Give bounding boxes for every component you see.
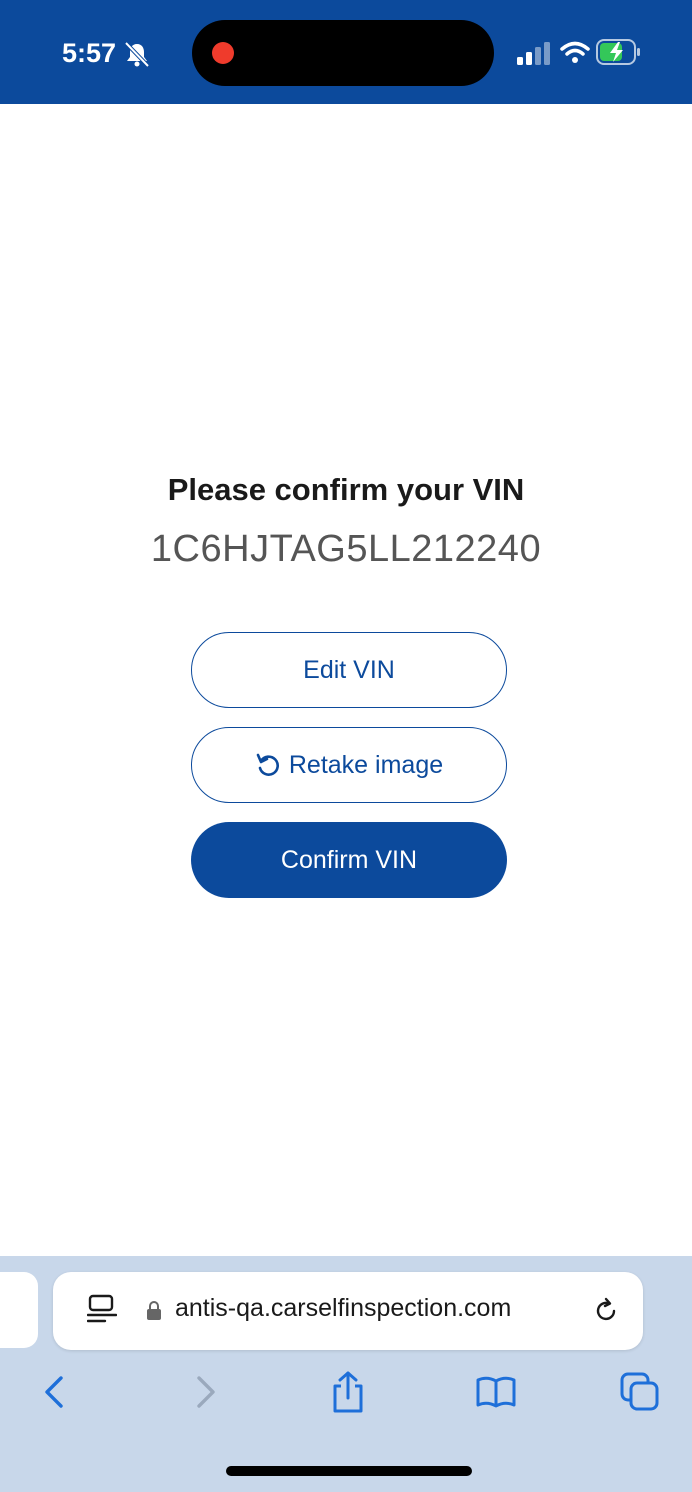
edit-vin-label: Edit VIN [303,655,395,684]
bookmarks-icon[interactable] [474,1370,518,1414]
undo-icon [256,753,279,776]
battery-charging-icon [596,39,640,65]
signal-icon [517,42,550,65]
home-indicator[interactable] [226,1466,472,1476]
address-bar[interactable]: antis-qa.carselfinspection.com [53,1272,643,1350]
edit-vin-button[interactable]: Edit VIN [191,632,507,708]
status-time: 5:57 [62,38,117,68]
retake-image-button[interactable]: Retake image [191,727,507,803]
page-title: Please confirm your VIN [167,472,525,507]
tabs-icon[interactable] [618,1370,662,1414]
recording-dot-icon [212,42,234,64]
confirm-vin-label: Confirm VIN [280,845,418,874]
dynamic-island [192,20,494,86]
share-icon[interactable] [326,1370,370,1414]
wifi-icon [560,41,590,63]
retake-image-label: Retake image [288,750,444,779]
confirm-vin-button[interactable]: Confirm VIN [191,822,507,898]
url-text: antis-qa.carselfinspection.com [175,1294,512,1322]
reload-icon[interactable] [591,1296,621,1326]
previous-tab-edge[interactable] [0,1272,38,1348]
forward-icon[interactable] [182,1370,226,1414]
reader-icon[interactable] [87,1294,117,1326]
back-icon[interactable] [34,1370,78,1414]
vin-value: 1C6HJTAG5LL212240 [150,528,542,570]
status-bar: 5:57 [0,0,692,104]
main-content: Please confirm your VIN 1C6HJTAG5LL21224… [0,104,692,1256]
bell-slash-icon [124,41,150,68]
browser-toolbar: antis-qa.carselfinspection.com [0,1256,692,1492]
lock-icon [147,1301,161,1320]
